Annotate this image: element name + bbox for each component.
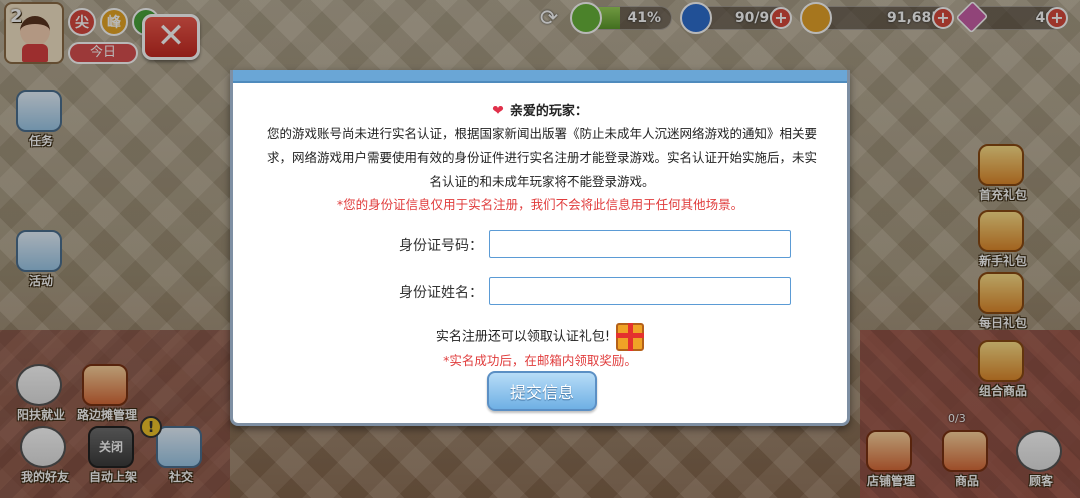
reward-note: *实名成功后，在邮箱内领取奖励。 [443,353,637,368]
id-name-label: 身份证姓名： [399,285,483,301]
privacy-note: *您的身份证信息仅用于实名注册，我们不会将此信息用于任何其他场景。 [336,197,744,212]
submit-button[interactable]: 提交信息 [487,371,597,411]
real-name-verification-dialog: ❤ 亲爱的玩家： 您的游戏账号尚未进行实名认证，根据国家新闻出版署《防止未成年人沉… [230,70,850,426]
greeting-text: 亲爱的玩家： [509,104,588,119]
dialog-greeting: ❤ 亲爱的玩家： [233,100,847,119]
gift-icon [616,323,645,351]
verification-notice: 您的游戏账号尚未进行实名认证，根据国家新闻出版署《防止未成年人沉迷网络游戏的通知… [266,126,817,189]
heart-icon: ❤ [492,103,504,119]
id-name-input[interactable] [489,277,791,305]
dialog-header-bar [233,70,847,83]
id-number-label: 身份证号码： [399,238,483,254]
id-number-input[interactable] [489,230,791,258]
gift-promo-text: 实名注册还可以领取认证礼包! [435,329,611,345]
gift-promo: 实名注册还可以领取认证礼包! [233,323,847,351]
